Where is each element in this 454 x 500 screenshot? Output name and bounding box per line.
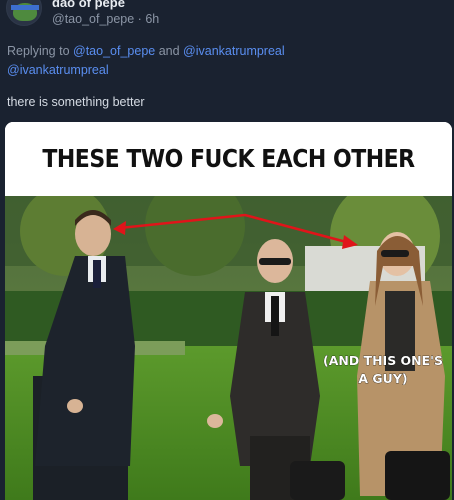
meme-photo: (AND THIS ONE'S A GUY) bbox=[5, 196, 452, 500]
meme-image[interactable]: THESE TWO FUCK EACH OTHER (AND THIS ONE'… bbox=[5, 122, 452, 500]
handle[interactable]: @tao_of_pepe bbox=[52, 12, 134, 26]
headband-icon bbox=[11, 5, 39, 10]
post-text: there is something better bbox=[7, 95, 145, 109]
person-middle-tie bbox=[271, 296, 279, 336]
person-left-hand bbox=[67, 399, 83, 413]
timestamp[interactable]: 6h bbox=[145, 12, 159, 26]
person-right-bag bbox=[385, 451, 450, 500]
reply-prefix: Replying to bbox=[7, 44, 74, 58]
mention-link[interactable]: @ivankatrumpreal bbox=[183, 44, 285, 58]
person-left-tie bbox=[93, 260, 101, 288]
person-right-sunglasses bbox=[381, 250, 409, 257]
meme-annotation-line2: A GUY) bbox=[358, 371, 407, 386]
reply-context: Replying to @tao_of_pepe and @ivankatrum… bbox=[7, 42, 447, 80]
meme-annotation-line1: (AND THIS ONE'S bbox=[323, 353, 443, 368]
person-middle-hand bbox=[207, 414, 223, 428]
separator: · bbox=[134, 12, 146, 26]
meme-caption: THESE TWO FUCK EACH OTHER bbox=[42, 144, 415, 174]
post-header: dao of pepe @tao_of_pepe · 6h bbox=[0, 0, 454, 40]
avatar[interactable] bbox=[6, 0, 42, 26]
mention-link[interactable]: @ivankatrumpreal bbox=[7, 63, 109, 77]
person-middle-bag bbox=[290, 461, 345, 500]
display-name[interactable]: dao of pepe bbox=[52, 0, 125, 10]
mention-link[interactable]: @tao_of_pepe bbox=[73, 44, 155, 58]
reply-and: and bbox=[155, 44, 184, 58]
person-middle-sunglasses bbox=[259, 258, 291, 265]
handle-line: @tao_of_pepe · 6h bbox=[52, 12, 159, 26]
caption-band: THESE TWO FUCK EACH OTHER bbox=[5, 122, 452, 196]
